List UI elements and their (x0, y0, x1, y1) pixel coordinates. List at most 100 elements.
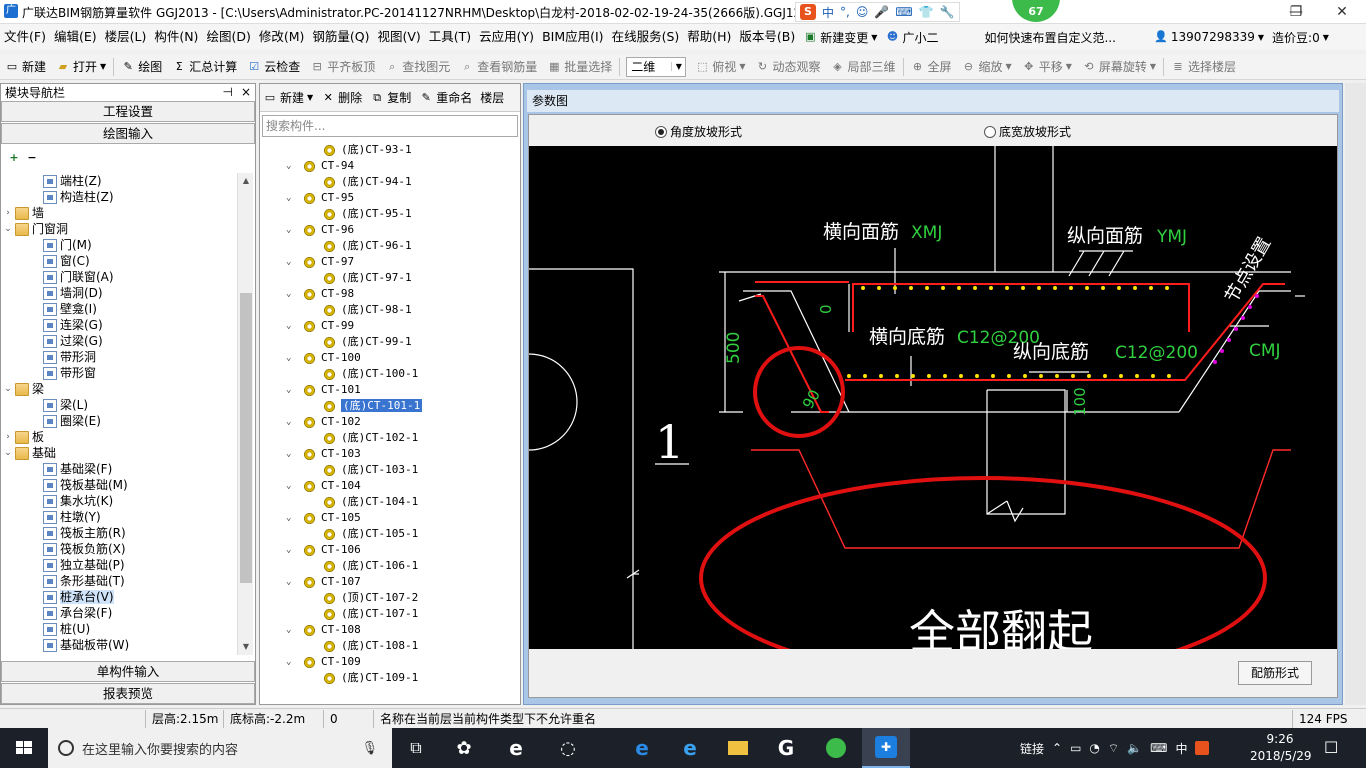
component-group[interactable]: ⌄ CT-102 (260, 414, 520, 430)
component-item[interactable]: (底)CT-97-1 (260, 270, 520, 286)
single-input-button[interactable]: 单构件输入 (1, 661, 255, 682)
menu-modify[interactable]: 修改(M) (255, 25, 309, 49)
menu-bim[interactable]: BIM应用(I) (538, 25, 608, 49)
draw-button[interactable]: ✎ 绘图 (116, 56, 167, 78)
ime-lang-icon[interactable]: 中 (822, 4, 834, 21)
component-item[interactable]: (底)CT-94-1 (260, 174, 520, 190)
sogou-tray-icon[interactable] (1195, 741, 1210, 755)
close-button[interactable]: ✕ (1322, 2, 1362, 22)
nav-tree-item[interactable]: 门(M) (5, 237, 237, 253)
nav-scrollbar[interactable]: ▲ ▼ (237, 173, 253, 655)
nav-tree-item[interactable]: 门联窗(A) (5, 269, 237, 285)
nav-tree-item[interactable]: 窗(C) (5, 253, 237, 269)
comp-rename-button[interactable]: ✎ 重命名 (416, 87, 475, 109)
ie-old-icon[interactable]: e (492, 728, 540, 768)
start-button[interactable] (0, 728, 48, 768)
price-beans[interactable]: 造价豆:0 ▼ (1268, 29, 1333, 46)
param-drawing-canvas[interactable]: 横向面筋 XMJ 纵向面筋 YMJ 节点设置 CMJ 横向底筋 C12@200 … (529, 146, 1337, 649)
view-mode-select[interactable]: 二维 ▼ (626, 56, 687, 77)
sum-button[interactable]: Σ 汇总计算 (167, 56, 242, 78)
component-group[interactable]: ⌄ CT-99 (260, 318, 520, 334)
speed-badge[interactable]: 67 (1012, 0, 1060, 22)
ime-emoji-icon[interactable]: ☺ (856, 5, 869, 19)
top-view-button[interactable]: ⬚ 俯视 ▼ (690, 56, 750, 78)
comp-copy-button[interactable]: ⧉ 复制 (367, 87, 414, 109)
keyboard-icon[interactable]: ⌨ (1150, 741, 1167, 755)
pinwheel-app-icon[interactable]: ✿ (440, 728, 488, 768)
component-item[interactable]: (顶)CT-107-2 (260, 590, 520, 606)
nav-folder[interactable]: ⌄ 基础 (5, 445, 237, 461)
radio-width-slope[interactable]: 底宽放坡形式 (984, 123, 1071, 140)
browser-360-icon[interactable] (812, 728, 860, 768)
radio-angle-slope[interactable]: 角度放坡形式 (655, 123, 742, 140)
nav-tree-item[interactable]: 基础板带(W) (5, 637, 237, 653)
report-preview-button[interactable]: 报表预览 (1, 683, 255, 704)
component-item[interactable]: (底)CT-106-1 (260, 558, 520, 574)
scroll-thumb[interactable] (240, 293, 252, 583)
expander-icon[interactable]: ⌄ (286, 318, 291, 334)
nav-tree-item[interactable]: 墙洞(D) (5, 285, 237, 301)
collapse-all-icon[interactable]: − (25, 151, 39, 165)
component-item[interactable]: (底)CT-104-1 (260, 494, 520, 510)
component-group[interactable]: ⌄ CT-103 (260, 446, 520, 462)
tray-lang[interactable]: 中 (1175, 740, 1187, 757)
nav-tree-item[interactable]: 独立基础(P) (5, 557, 237, 573)
tip-link[interactable]: 如何快速布置自定义范... (980, 29, 1119, 46)
batch-select-button[interactable]: ▦ 批量选择 (542, 56, 617, 78)
component-item[interactable]: (底)CT-93-1 (260, 142, 520, 158)
open-button[interactable]: ▰ 打开 ▼ (51, 56, 111, 78)
system-clock[interactable]: 9:26 2018/5/29 (1250, 731, 1312, 765)
expander-icon[interactable]: ⌄ (286, 510, 291, 526)
component-group[interactable]: ⌄ CT-100 (260, 350, 520, 366)
nav-tree-item[interactable]: 圈梁(E) (5, 413, 237, 429)
scroll-down-icon[interactable]: ▼ (238, 639, 254, 655)
dynamic-view-button[interactable]: ↻ 动态观察 (750, 56, 825, 78)
expander-icon[interactable]: ⌄ (286, 350, 291, 366)
nav-folder[interactable]: ⌄ 梁 (5, 381, 237, 397)
file-explorer-icon[interactable] (714, 728, 762, 768)
draw-input-button[interactable]: 绘图输入 (1, 123, 255, 144)
pin-icon[interactable]: ⊣ (222, 85, 232, 99)
nav-tree-item[interactable]: 桩承台(V) (5, 589, 237, 605)
expander-icon[interactable]: ⌄ (286, 286, 291, 302)
microphone-icon[interactable]: 🎙 (361, 741, 378, 756)
component-item[interactable]: (底)CT-109-1 (260, 670, 520, 686)
nav-tree-item[interactable]: 带形洞 (5, 349, 237, 365)
component-item[interactable]: (底)CT-101-1 (260, 398, 520, 414)
align-top-button[interactable]: ⊟ 平齐板顶 (305, 56, 380, 78)
nav-tree-item[interactable]: 筏板负筋(X) (5, 541, 237, 557)
component-search-input[interactable]: 搜索构件... (262, 115, 518, 137)
expander-icon[interactable]: ⌄ (5, 445, 13, 461)
volume-icon[interactable]: 🔈 (1127, 741, 1142, 755)
nav-folder[interactable]: › 板 (5, 429, 237, 445)
spiral-app-icon[interactable]: ◌ (544, 728, 592, 768)
nav-tree-item[interactable]: 柱墩(Y) (5, 509, 237, 525)
ime-tools-icon[interactable]: 🔧 (940, 5, 955, 19)
component-item[interactable]: (底)CT-102-1 (260, 430, 520, 446)
nav-tree-item[interactable]: 筏板基础(M) (5, 477, 237, 493)
notification-icon[interactable]: ☐ (1324, 738, 1338, 757)
edge-browser-icon[interactable]: e (618, 728, 666, 768)
expander-icon[interactable]: ⌄ (286, 622, 291, 638)
scroll-up-icon[interactable]: ▲ (238, 173, 254, 189)
nav-tree-item[interactable]: 桩(U) (5, 621, 237, 637)
component-group[interactable]: ⌄ CT-104 (260, 478, 520, 494)
ime-keyboard-icon[interactable]: ⌨ (895, 5, 912, 19)
floor-select-button[interactable]: ≣ 选择楼层 (1166, 56, 1241, 78)
component-group[interactable]: ⌄ CT-97 (260, 254, 520, 270)
ime-voice-icon[interactable]: 🎤 (874, 5, 889, 19)
expand-all-icon[interactable]: + (7, 151, 21, 165)
glodon-app-icon[interactable]: G (762, 728, 810, 768)
new-change-menu[interactable]: ▣ 新建变更 ▼ (799, 29, 881, 46)
component-group[interactable]: ⌄ CT-107 (260, 574, 520, 590)
component-group[interactable]: ⌄ CT-98 (260, 286, 520, 302)
menu-floor[interactable]: 楼层(L) (101, 25, 151, 49)
nav-tree-item[interactable]: 承台梁(F) (5, 605, 237, 621)
task-view-icon[interactable]: ⧉ (392, 728, 440, 768)
nav-tree-item[interactable]: 筏板主筋(R) (5, 525, 237, 541)
cloud-check-button[interactable]: ☑ 云检查 (242, 56, 305, 78)
nav-tree-item[interactable]: 集水坑(K) (5, 493, 237, 509)
menu-cloud[interactable]: 云应用(Y) (475, 25, 538, 49)
ggj-app-icon[interactable]: ✚ (862, 728, 910, 768)
expander-icon[interactable]: ⌄ (286, 542, 291, 558)
